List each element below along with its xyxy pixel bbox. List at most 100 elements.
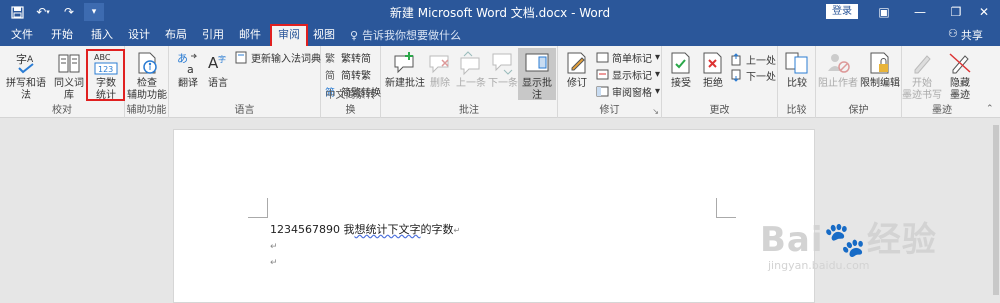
next-comment-button[interactable]: 下一条 — [487, 50, 519, 90]
quick-access-toolbar: ↶ ▾ ↷ ▾ — [6, 2, 104, 22]
markup-display-dropdown[interactable]: 简单标记 ▾ — [596, 50, 660, 65]
share-button[interactable]: ⚇ 共享 — [948, 27, 983, 43]
lightbulb-icon: ♀ — [350, 28, 359, 42]
svg-text:字: 字 — [218, 54, 226, 64]
undo-icon[interactable]: ↶ ▾ — [32, 2, 54, 22]
next-comment-label: 下一条 — [488, 78, 518, 89]
hide-ink-button[interactable]: 隐藏 墨迹 — [942, 50, 978, 102]
delete-comment-button[interactable]: 删除 — [425, 50, 455, 90]
tab-layout[interactable]: 布局 — [164, 27, 188, 46]
show-comments-icon — [524, 50, 550, 76]
collapse-ribbon-icon[interactable]: ⌃ — [986, 104, 994, 114]
reviewing-pane-dropdown[interactable]: 审阅窗格 ▾ — [596, 84, 660, 99]
tab-home[interactable]: 开始 — [50, 27, 74, 46]
previous-change-button[interactable]: 上一处 — [730, 52, 776, 67]
next-change-icon — [730, 69, 743, 82]
document-text-line[interactable]: 1234567890 我想统计下文字的字数↵ — [270, 221, 460, 237]
tab-references[interactable]: 引用 — [201, 27, 225, 46]
block-authors-button[interactable]: 阻止作者 — [818, 50, 858, 90]
update-ime-dictionary-button[interactable]: 更新输入法词典 — [235, 50, 321, 65]
svg-text:A: A — [27, 55, 34, 65]
redo-icon[interactable]: ↷ — [58, 2, 80, 22]
thesaurus-button[interactable]: 同义词库 — [50, 50, 88, 102]
block-authors-label: 阻止作者 — [818, 78, 858, 89]
dialog-launcher-icon[interactable]: ↘ — [652, 107, 659, 116]
update-ime-label: 更新输入法词典 — [251, 54, 321, 65]
spelling-grammar-button[interactable]: 字A 拼写和语法 — [4, 50, 48, 102]
svg-text:简: 简 — [325, 69, 335, 81]
simple-markup-label: 简单标记 — [612, 54, 652, 65]
delete-comment-label: 删除 — [430, 78, 450, 89]
compare-button[interactable]: 比较 — [780, 50, 814, 90]
ribbon-display-options-icon[interactable]: ▣ — [866, 0, 902, 24]
new-comment-label: 新建批注 — [385, 78, 425, 89]
vertical-scrollbar[interactable] — [993, 125, 999, 295]
next-change-label: 下一处 — [746, 72, 776, 83]
tab-view[interactable]: 视图 — [312, 27, 336, 46]
new-comment-icon — [392, 50, 418, 76]
simplified-to-traditional-button[interactable]: 简 简转繁 — [325, 67, 371, 82]
close-icon[interactable]: ✕ — [966, 0, 1000, 24]
group-changes: 接受 拒绝 上一处 下一处 更改 — [662, 46, 778, 118]
next-change-button[interactable]: 下一处 — [730, 68, 776, 83]
show-markup-dropdown[interactable]: 显示标记 ▾ — [596, 67, 660, 82]
translate-label: 翻译 — [178, 78, 198, 89]
text-suffix: 的字数 — [420, 223, 454, 236]
minimize-icon[interactable]: — — [902, 0, 938, 24]
group-accessibility: 检查 辅助功能 辅助功能 — [125, 46, 169, 118]
group-language: あa 翻译 A字 语言 更新输入法词典 语言 — [169, 46, 321, 118]
watermark-logo: Bai🐾经验 jingyan.baidu.com — [760, 212, 937, 272]
group-compare: 比较 比较 — [778, 46, 816, 118]
traditional-to-simplified-button[interactable]: 繁 繁转简 — [325, 50, 371, 65]
trad-to-simp-label: 繁转简 — [341, 54, 371, 65]
group-chinese-conversion: 繁 繁转简 简 简转繁 简 简繁转换 中文简繁转换 — [321, 46, 381, 118]
group-proofing: 字A 拼写和语法 同义词库 ABC 123 字数 统计 校对 — [0, 46, 125, 118]
group-ink: 开始 墨迹书写 隐藏 墨迹 墨迹 — [902, 46, 982, 118]
accept-icon — [668, 50, 694, 76]
translate-button[interactable]: あa 翻译 — [173, 50, 203, 90]
customize-toolbar-icon[interactable]: ▾ — [84, 3, 104, 21]
restrict-editing-icon — [867, 50, 893, 76]
tab-design[interactable]: 设计 — [127, 27, 151, 46]
check-accessibility-button[interactable]: 检查 辅助功能 — [127, 50, 167, 102]
accept-button[interactable]: 接受 — [666, 50, 696, 90]
tab-mailings[interactable]: 邮件 — [238, 27, 262, 46]
restrict-editing-button[interactable]: 限制编辑 — [860, 50, 900, 90]
accessibility-icon — [134, 50, 160, 76]
thesaurus-label: 同义词库 — [54, 78, 84, 101]
tell-me-box[interactable]: ♀ 告诉我你想要做什么 — [350, 27, 461, 43]
group-label-tracking: 修订 — [599, 105, 620, 116]
document-area: 1234567890 我想统计下文字的字数↵ ↵ ↵ — [0, 118, 1000, 303]
tab-file[interactable]: 文件 — [10, 27, 34, 46]
group-label-proofing: 校对 — [52, 105, 72, 116]
restrict-editing-label: 限制编辑 — [860, 78, 900, 89]
language-button[interactable]: A字 语言 — [203, 50, 233, 90]
save-icon[interactable] — [6, 2, 28, 22]
reviewing-pane-label: 审阅窗格 — [612, 88, 652, 99]
ribbon: 字A 拼写和语法 同义词库 ABC 123 字数 统计 校对 检查 辅助功能 辅… — [0, 46, 1000, 118]
track-changes-button[interactable]: 修订 — [560, 50, 594, 90]
group-label-ink: 墨迹 — [932, 105, 952, 116]
block-authors-icon — [825, 50, 851, 76]
show-comments-button[interactable]: 显示批注 — [518, 48, 556, 101]
start-inking-button[interactable]: 开始 墨迹书写 — [902, 50, 942, 102]
login-button[interactable]: 登录 — [826, 4, 858, 19]
empty-paragraph-mark: ↵ — [270, 258, 278, 268]
previous-comment-label: 上一条 — [456, 78, 486, 89]
tab-review[interactable]: 审阅 — [270, 24, 308, 46]
tab-insert[interactable]: 插入 — [90, 27, 114, 46]
reject-button[interactable]: 拒绝 — [698, 50, 728, 90]
previous-comment-button[interactable]: 上一条 — [455, 50, 487, 90]
new-comment-button[interactable]: 新建批注 — [385, 50, 425, 90]
document-page[interactable]: 1234567890 我想统计下文字的字数↵ ↵ ↵ — [173, 129, 815, 303]
group-label-protect: 保护 — [848, 105, 869, 116]
group-label-chinese: 中文简繁转换 — [325, 90, 376, 116]
word-count-highlight — [86, 49, 125, 101]
chevron-down-icon: ▾ — [655, 52, 661, 63]
text-squiggle: 想统计下文字 — [354, 223, 421, 236]
delete-comment-icon — [427, 50, 453, 76]
spelling-icon: 字A — [13, 50, 39, 76]
chevron-down-icon: ▾ — [655, 86, 661, 97]
previous-change-label: 上一处 — [746, 56, 776, 67]
thesaurus-icon — [56, 50, 82, 76]
